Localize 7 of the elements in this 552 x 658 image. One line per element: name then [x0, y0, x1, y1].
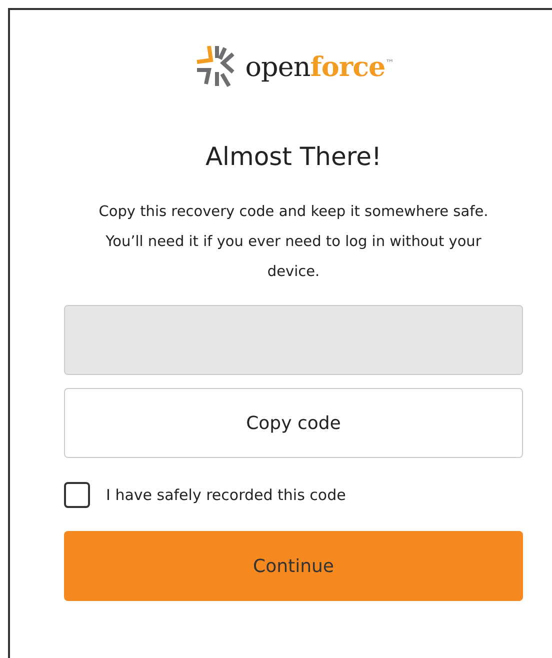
instruction-text: Copy this recovery code and keep it somewhere safe. You’ll need it if you ever need to log in without your device.: [98, 203, 490, 282]
logo-wordmark: openforce$^{™}$: [245, 52, 394, 82]
continue-button[interactable]: Continue: [64, 531, 523, 601]
page-title: Almost There!: [204, 142, 383, 171]
copy-code-button[interactable]: Copy code: [64, 388, 523, 458]
checkbox-label: I have safely recorded this code: [106, 486, 346, 504]
checkbox[interactable]: [64, 482, 90, 508]
